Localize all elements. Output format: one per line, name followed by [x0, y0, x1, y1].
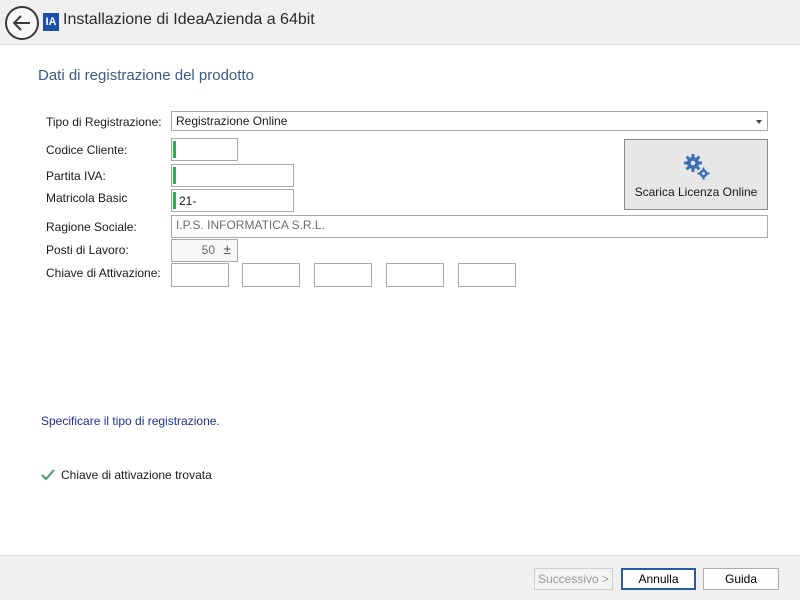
chiave-field-2[interactable] — [242, 263, 300, 287]
back-arrow-icon — [13, 15, 30, 31]
cancel-button[interactable]: Annulla — [621, 568, 696, 590]
posti-lavoro-value: 50 — [201, 243, 215, 257]
required-marker — [173, 167, 176, 184]
chiave-field-3[interactable] — [314, 263, 372, 287]
ragione-sociale-label: Ragione Sociale: — [46, 220, 137, 234]
tipo-registrazione-label: Tipo di Registrazione: — [46, 115, 162, 129]
title-bar: IA Installazione di IdeaAzienda a 64bit — [0, 0, 800, 45]
matricola-label: Matricola Basic — [46, 191, 128, 205]
codice-cliente-label: Codice Cliente: — [46, 143, 128, 157]
chiave-attivazione-label: Chiave di Attivazione: — [46, 266, 161, 280]
section-title: Dati di registrazione del prodotto — [38, 67, 254, 84]
activation-status-text: Chiave di attivazione trovata — [61, 468, 212, 482]
help-button[interactable]: Guida — [703, 568, 779, 590]
hint-text: Specificare il tipo di registrazione. — [41, 414, 220, 428]
gears-icon — [684, 154, 710, 180]
tipo-registrazione-select[interactable]: Registrazione Online — [171, 111, 768, 131]
back-button[interactable] — [5, 6, 39, 40]
chiave-field-5[interactable] — [458, 263, 516, 287]
posti-lavoro-label: Posti di Lavoro: — [46, 243, 129, 257]
posti-lavoro-stepper[interactable]: 50 ± — [171, 239, 238, 262]
partita-iva-label: Partita IVA: — [46, 169, 106, 183]
scarica-licenza-button[interactable]: Scarica Licenza Online — [624, 139, 768, 210]
window-title: Installazione di IdeaAzienda a 64bit — [63, 11, 315, 28]
ragione-sociale-value: I.P.S. INFORMATICA S.R.L. — [176, 218, 325, 232]
footer-bar: Successivo > Annulla Guida — [0, 555, 800, 600]
matricola-value: 21- — [179, 194, 197, 208]
chevron-down-icon[interactable] — [756, 120, 762, 124]
chiave-field-4[interactable] — [386, 263, 444, 287]
codice-cliente-field[interactable] — [171, 138, 238, 161]
app-logo-icon: IA — [43, 13, 59, 31]
partita-iva-field[interactable] — [171, 164, 294, 187]
next-button[interactable]: Successivo > — [534, 568, 613, 590]
required-marker — [173, 192, 176, 209]
required-marker — [173, 141, 176, 158]
chiave-field-1[interactable] — [171, 263, 229, 287]
plus-minus-icon[interactable]: ± — [223, 241, 231, 257]
ragione-sociale-field[interactable]: I.P.S. INFORMATICA S.R.L. — [171, 215, 768, 238]
scarica-licenza-label: Scarica Licenza Online — [634, 185, 758, 199]
check-icon — [41, 469, 55, 481]
tipo-registrazione-value: Registrazione Online — [176, 114, 288, 128]
matricola-field[interactable]: 21- — [171, 189, 294, 212]
